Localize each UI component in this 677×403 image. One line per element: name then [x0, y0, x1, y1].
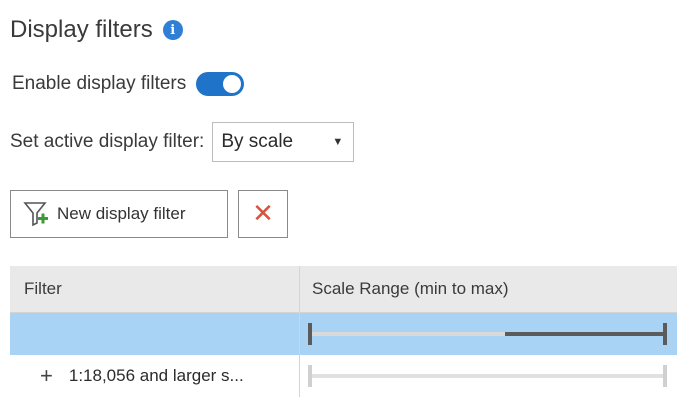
slider-max-handle[interactable]	[663, 323, 667, 345]
panel-header: Display filters i	[10, 16, 183, 44]
page-title: Display filters	[10, 16, 153, 43]
scale-range-slider[interactable]	[308, 365, 667, 387]
slider-min-handle[interactable]	[308, 365, 312, 387]
slider-range-fill	[505, 332, 665, 336]
column-header-filter[interactable]: Filter	[10, 266, 300, 312]
chevron-down-icon: ▼	[332, 136, 344, 148]
table-header: Filter Scale Range (min to max)	[10, 266, 677, 313]
close-icon: ✕	[252, 199, 274, 229]
filter-cell: + 1:18,056 and larger s...	[10, 355, 300, 397]
active-filter-select[interactable]: By scale ▼	[212, 122, 355, 162]
toggle-knob	[223, 75, 242, 93]
filter-label: 1:18,056 and larger s...	[68, 366, 244, 385]
slider-min-handle[interactable]	[308, 323, 312, 345]
enable-display-filters-row: Enable display filters	[12, 72, 245, 96]
active-filter-label: Set active display filter:	[10, 131, 205, 152]
column-header-scale-range[interactable]: Scale Range (min to max)	[300, 266, 677, 312]
slider-track	[310, 374, 665, 378]
scale-range-cell	[300, 355, 677, 397]
scale-range-cell	[300, 313, 677, 355]
info-icon[interactable]: i	[162, 20, 183, 40]
filter-cell	[10, 313, 300, 355]
active-filter-row: Set active display filter: By scale ▼	[10, 122, 355, 162]
new-display-filter-label: New display filter	[57, 204, 186, 223]
filters-table: Filter Scale Range (min to max) + 1:18,0…	[10, 266, 677, 397]
table-row[interactable]: + 1:18,056 and larger s...	[10, 355, 677, 397]
scale-range-slider[interactable]	[308, 323, 667, 345]
enable-label: Enable display filters	[12, 73, 187, 94]
delete-filter-button[interactable]: ✕	[238, 190, 288, 238]
active-filter-value: By scale	[221, 131, 294, 152]
add-filter-icon	[23, 202, 48, 227]
filter-toolbar: New display filter ✕	[10, 190, 288, 238]
table-row[interactable]	[10, 313, 677, 355]
enable-toggle[interactable]	[196, 72, 245, 96]
new-display-filter-button[interactable]: New display filter	[10, 190, 228, 238]
slider-max-handle[interactable]	[663, 365, 667, 387]
plus-icon[interactable]: +	[40, 363, 53, 389]
